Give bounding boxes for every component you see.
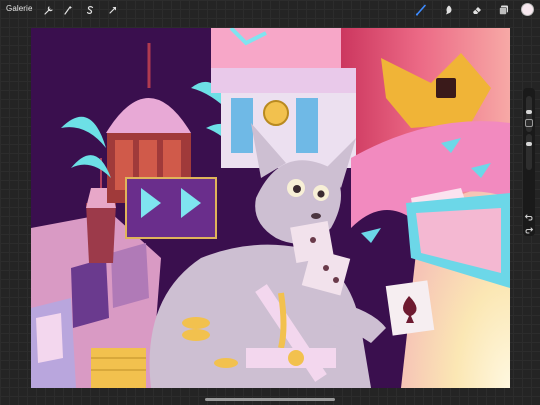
opacity-thumb[interactable] bbox=[526, 142, 532, 146]
adjustments-wand-icon[interactable] bbox=[61, 3, 75, 17]
transform-arrow-icon[interactable] bbox=[106, 3, 120, 17]
wrench-icon[interactable] bbox=[42, 3, 56, 17]
artwork-illustration bbox=[31, 28, 510, 388]
gallery-button[interactable]: Galerie bbox=[6, 4, 33, 13]
top-toolbar: Galerie bbox=[0, 0, 540, 20]
opacity-slider[interactable] bbox=[526, 134, 532, 170]
brush-size-thumb[interactable] bbox=[526, 110, 532, 114]
eraser-icon[interactable] bbox=[470, 3, 484, 17]
side-toolbar bbox=[523, 88, 535, 236]
current-color-swatch[interactable] bbox=[521, 3, 534, 16]
brush-icon[interactable] bbox=[414, 3, 428, 17]
layers-icon[interactable] bbox=[497, 3, 511, 17]
color-picker-button[interactable] bbox=[525, 119, 533, 127]
home-indicator bbox=[205, 398, 335, 401]
drawing-canvas[interactable] bbox=[31, 28, 510, 388]
redo-icon[interactable] bbox=[524, 225, 534, 235]
smudge-icon[interactable] bbox=[442, 3, 456, 17]
selection-s-icon[interactable] bbox=[83, 3, 97, 17]
undo-icon[interactable] bbox=[524, 212, 534, 222]
